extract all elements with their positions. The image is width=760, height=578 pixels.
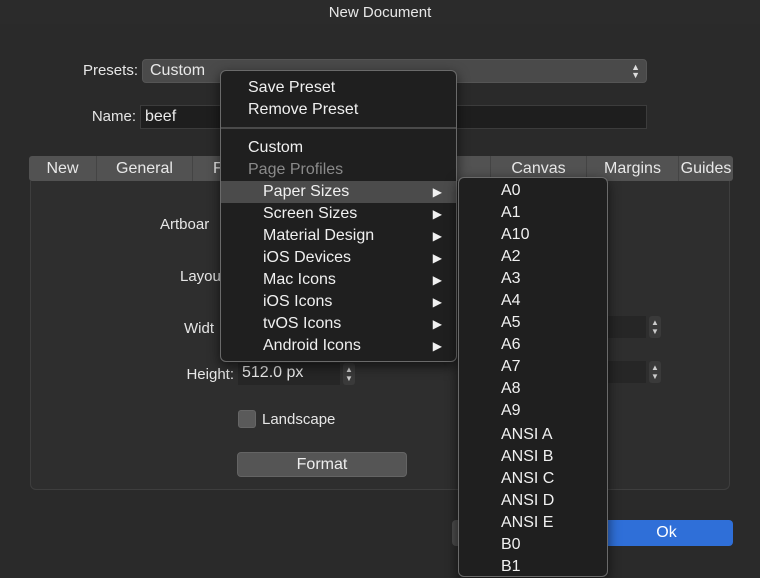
menu-separator (221, 127, 456, 129)
presets-menu: Save Preset Remove Preset Custom Page Pr… (220, 70, 457, 362)
menu-item-label: iOS Devices (263, 249, 352, 266)
tab-general[interactable]: General (97, 156, 193, 181)
submenu-item[interactable]: A2 (501, 246, 521, 268)
submenu-item[interactable]: A3 (501, 268, 521, 290)
menu-item-tvos-icons[interactable]: tvOS Icons ▶ (221, 313, 456, 335)
submenu-arrow-icon: ▶ (432, 251, 442, 265)
menu-item-label: Paper Sizes (263, 183, 350, 200)
submenu-arrow-icon: ▶ (432, 229, 442, 243)
submenu-arrow-icon: ▶ (432, 207, 442, 221)
menu-item-label: Mac Icons (263, 271, 336, 288)
menu-item-save-preset[interactable]: Save Preset (221, 77, 456, 99)
height-label: Height: (186, 366, 234, 383)
window-title: New Document (0, 0, 760, 24)
layout-label: Layou (180, 268, 221, 285)
submenu-item[interactable]: ANSI A (501, 424, 553, 446)
height-stepper[interactable]: ▲ ▼ (343, 363, 355, 385)
right-stepper-2[interactable]: ▲ ▼ (649, 361, 661, 383)
submenu-arrow-icon: ▶ (432, 317, 442, 331)
updown-icon: ▲ ▼ (631, 62, 640, 80)
submenu-item[interactable]: ANSI B (501, 446, 553, 468)
menu-item-screen-sizes[interactable]: Screen Sizes ▶ (221, 203, 456, 225)
presets-label: Presets: (82, 62, 138, 79)
menu-item-label: tvOS Icons (263, 315, 342, 332)
right-field-2[interactable] (608, 361, 646, 383)
width-label: Widt (184, 320, 214, 337)
submenu-item[interactable]: A5 (501, 312, 521, 334)
menu-item-custom[interactable]: Custom (221, 137, 456, 159)
menu-item-remove-preset[interactable]: Remove Preset (221, 99, 456, 121)
tab-guides[interactable]: Guides (679, 156, 733, 181)
name-label: Name: (91, 108, 136, 125)
format-button[interactable]: Format (237, 452, 407, 477)
height-field[interactable]: 512.0 px (238, 363, 340, 385)
presets-value: Custom (150, 62, 206, 79)
submenu-item[interactable]: ANSI D (501, 490, 554, 512)
submenu-item[interactable]: A4 (501, 290, 521, 312)
submenu-item[interactable]: A8 (501, 378, 521, 400)
menu-item-page-profiles: Page Profiles (248, 161, 344, 178)
landscape-label: Landscape (262, 411, 336, 428)
right-stepper-1[interactable]: ▲ ▼ (649, 316, 661, 338)
submenu-item[interactable]: B0 (501, 534, 521, 556)
submenu-item[interactable]: A1 (501, 202, 521, 224)
submenu-item[interactable]: ANSI C (501, 468, 554, 490)
submenu-arrow-icon: ▶ (432, 273, 442, 287)
menu-item-material-design[interactable]: Material Design ▶ (221, 225, 456, 247)
submenu-item[interactable]: ANSI E (501, 512, 553, 534)
submenu-item[interactable]: A7 (501, 356, 521, 378)
tab-new[interactable]: New (29, 156, 97, 181)
ok-button[interactable]: Ok (600, 520, 733, 546)
menu-item-paper-sizes[interactable]: Paper Sizes ▶ (221, 181, 456, 203)
submenu-item[interactable]: A6 (501, 334, 521, 356)
submenu-item[interactable]: A0 (501, 180, 521, 202)
landscape-checkbox[interactable] (238, 410, 256, 428)
menu-item-label: Screen Sizes (263, 205, 358, 222)
submenu-arrow-icon: ▶ (432, 185, 442, 199)
menu-item-ios-icons[interactable]: iOS Icons ▶ (221, 291, 456, 313)
menu-item-label: Material Design (263, 227, 375, 244)
artboard-label: Artboar (160, 216, 210, 233)
submenu-arrow-icon: ▶ (432, 339, 442, 353)
submenu-item[interactable]: A9 (501, 400, 521, 422)
paper-sizes-submenu: A0 A1 A10 A2 A3 A4 A5 A6 A7 A8 A9 ANSI A… (458, 177, 608, 577)
menu-item-mac-icons[interactable]: Mac Icons ▶ (221, 269, 456, 291)
menu-item-android-icons[interactable]: Android Icons ▶ (221, 335, 456, 357)
menu-item-label: iOS Icons (263, 293, 333, 310)
submenu-item[interactable]: B1 (501, 556, 521, 578)
submenu-arrow-icon: ▶ (432, 295, 442, 309)
menu-item-label: Android Icons (263, 337, 361, 354)
right-field-1[interactable] (608, 316, 646, 338)
submenu-item[interactable]: A10 (501, 224, 529, 246)
menu-item-ios-devices[interactable]: iOS Devices ▶ (221, 247, 456, 269)
